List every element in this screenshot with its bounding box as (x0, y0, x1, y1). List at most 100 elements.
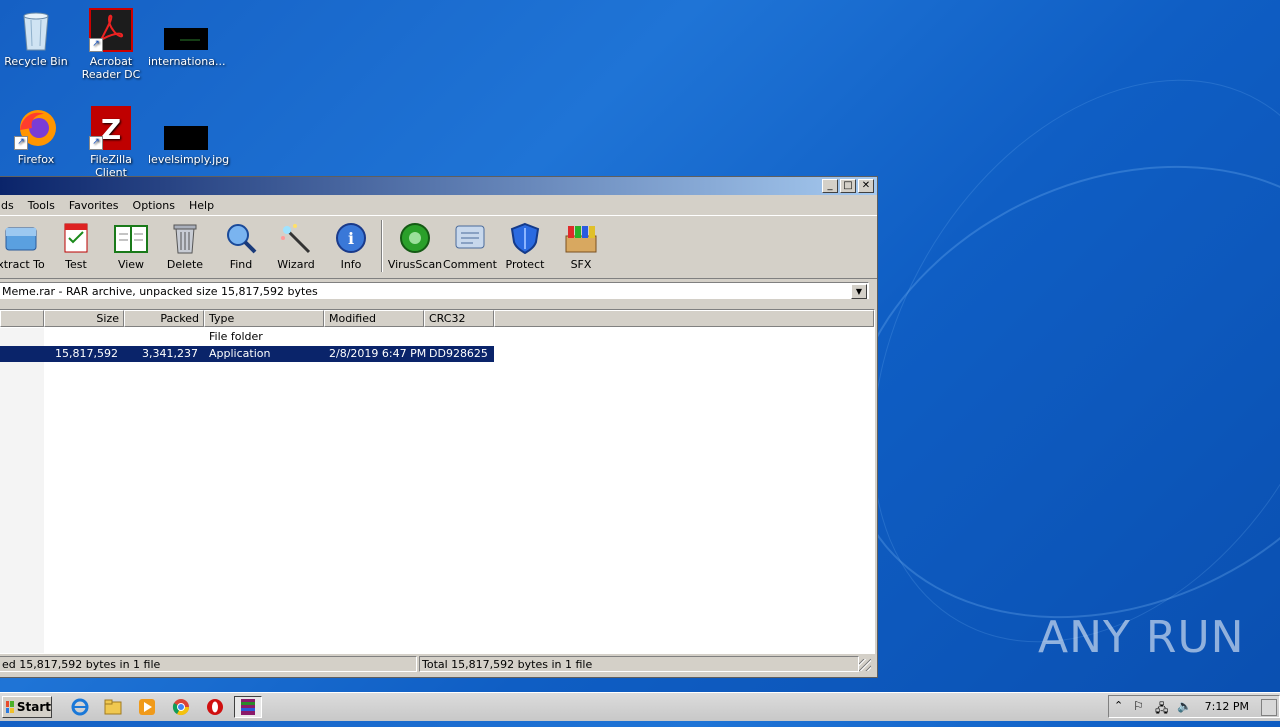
find-icon (224, 222, 258, 254)
cell-modified: 2/8/2019 6:47 PM (329, 347, 427, 360)
system-tray: ⌃ ⚐ 🖧 🔈 7:12 PM (1108, 695, 1280, 718)
show-desktop-button[interactable] (1261, 699, 1277, 716)
tool-label: Comment (443, 258, 497, 271)
comment-button[interactable]: Comment (442, 222, 498, 271)
menu-options[interactable]: Options (126, 199, 182, 212)
menu-tools[interactable]: Tools (21, 199, 62, 212)
start-button[interactable]: Start (2, 696, 52, 718)
archive-path-text: Meme.rar - RAR archive, unpacked size 15… (2, 285, 318, 298)
info-button[interactable]: i Info (323, 222, 379, 271)
status-bar: ed 15,817,592 bytes in 1 file Total 15,8… (0, 655, 873, 673)
menu-commands[interactable]: ds (1, 199, 21, 212)
desktop-icon-label: internationa... (148, 55, 226, 68)
table-row[interactable]: File folder (0, 329, 494, 345)
find-button[interactable]: Find (213, 222, 269, 271)
show-hidden-icons-icon[interactable]: ⌃ (1114, 699, 1123, 712)
chevron-down-icon[interactable]: ▼ (851, 284, 867, 299)
internet-explorer-icon[interactable] (71, 698, 89, 716)
desktop-icon-label: Recycle Bin (4, 55, 68, 68)
desktop-icon-label: Acrobat Reader DC (81, 55, 141, 81)
resize-grip-icon[interactable] (859, 659, 871, 671)
column-header-packed[interactable]: Packed (124, 310, 204, 327)
column-header-name[interactable] (0, 310, 44, 327)
protect-icon (508, 222, 542, 255)
tool-label: Test (65, 258, 87, 271)
shortcut-arrow-icon: ↗ (89, 136, 103, 150)
svg-text:Z: Z (101, 113, 121, 146)
tool-label: Find (229, 258, 253, 271)
firefox-icon: ↗ (14, 106, 58, 150)
action-center-flag-icon[interactable]: ⚐ (1133, 699, 1144, 713)
file-explorer-icon[interactable] (104, 698, 122, 716)
desktop-icon-label: Firefox (17, 153, 55, 166)
desktop-icon-recycle-bin[interactable]: Recycle Bin (0, 8, 74, 68)
window-titlebar[interactable]: _ □ ✕ (0, 177, 877, 195)
network-icon[interactable]: 🖧 (1155, 699, 1168, 720)
file-thumbnail-icon (164, 8, 208, 52)
extract-to-icon (4, 222, 38, 254)
toolbar: xtract To Test View Delete Find Wizard i… (0, 215, 877, 279)
extract-to-button[interactable]: xtract To (0, 222, 49, 271)
view-button[interactable]: View (103, 222, 159, 271)
desktop-icon-filezilla[interactable]: Z ↗ FileZilla Client (73, 106, 149, 179)
shortcut-arrow-icon: ↗ (14, 136, 28, 150)
toolbar-separator (381, 220, 383, 272)
column-header-type[interactable]: Type (204, 310, 324, 327)
status-selected: ed 15,817,592 bytes in 1 file (0, 656, 417, 672)
menu-bar: ds Tools Favorites Options Help (0, 195, 877, 215)
chrome-icon[interactable] (172, 698, 190, 716)
tool-label: Protect (505, 258, 545, 271)
start-label: Start (16, 700, 51, 714)
acrobat-icon: ↗ (89, 8, 133, 52)
tool-label: Wizard (277, 258, 315, 271)
protect-button[interactable]: Protect (497, 222, 553, 271)
anyrun-watermark: ANY RUN (1038, 612, 1245, 663)
desktop-icon-internationa[interactable]: internationa... (148, 8, 226, 68)
virusscan-icon (398, 222, 432, 254)
wizard-button[interactable]: Wizard (268, 222, 324, 271)
desktop-icon-acrobat[interactable]: ↗ Acrobat Reader DC (73, 8, 149, 81)
info-icon: i (334, 222, 368, 254)
name-column-strip (0, 328, 44, 653)
windows-logo-icon (6, 701, 14, 713)
table-row-selected[interactable]: 15,817,592 3,341,237 Application 2/8/201… (0, 346, 494, 362)
tool-label: xtract To (0, 258, 45, 271)
minimize-button[interactable]: _ (822, 179, 838, 193)
delete-button[interactable]: Delete (157, 222, 213, 271)
tool-label: VirusScan (387, 258, 443, 271)
filezilla-icon: Z ↗ (89, 106, 133, 150)
recycle-bin-icon (14, 8, 58, 52)
menu-favorites[interactable]: Favorites (62, 199, 126, 212)
view-icon (114, 222, 148, 254)
sfx-button[interactable]: SFX (553, 222, 609, 271)
opera-icon[interactable] (206, 698, 224, 716)
desktop-icon-label: levelsimply.jpg (148, 153, 230, 166)
taskbar-clock[interactable]: 7:12 PM (1205, 700, 1249, 713)
delete-icon (168, 222, 202, 254)
close-button[interactable]: ✕ (858, 179, 874, 193)
cell-packed: 3,341,237 (142, 347, 198, 360)
desktop-icon-firefox[interactable]: ↗ Firefox (0, 106, 74, 166)
media-player-icon[interactable] (138, 698, 156, 716)
status-total: Total 15,817,592 bytes in 1 file (419, 656, 859, 672)
image-file-icon (164, 106, 208, 150)
cell-type: File folder (209, 330, 263, 343)
test-button[interactable]: Test (48, 222, 104, 271)
wizard-icon (279, 222, 313, 254)
tool-label: View (117, 258, 145, 271)
shortcut-arrow-icon: ↗ (89, 38, 103, 52)
virusscan-button[interactable]: VirusScan (387, 222, 443, 271)
archive-path-field[interactable]: Meme.rar - RAR archive, unpacked size 15… (0, 282, 869, 299)
column-header-crc32[interactable]: CRC32 (424, 310, 494, 327)
column-header-modified[interactable]: Modified (324, 310, 424, 327)
winrar-taskbar-button[interactable] (234, 696, 262, 718)
cell-crc32: DD928625 (429, 347, 488, 360)
menu-help[interactable]: Help (182, 199, 221, 212)
comment-icon (453, 222, 487, 254)
volume-icon[interactable]: 🔈 (1177, 699, 1192, 713)
column-header-filler (494, 310, 874, 327)
maximize-button[interactable]: □ (840, 179, 856, 193)
desktop-icon-levelsimply[interactable]: levelsimply.jpg (148, 106, 230, 166)
column-header-size[interactable]: Size (44, 310, 124, 327)
svg-text:i: i (348, 229, 354, 248)
